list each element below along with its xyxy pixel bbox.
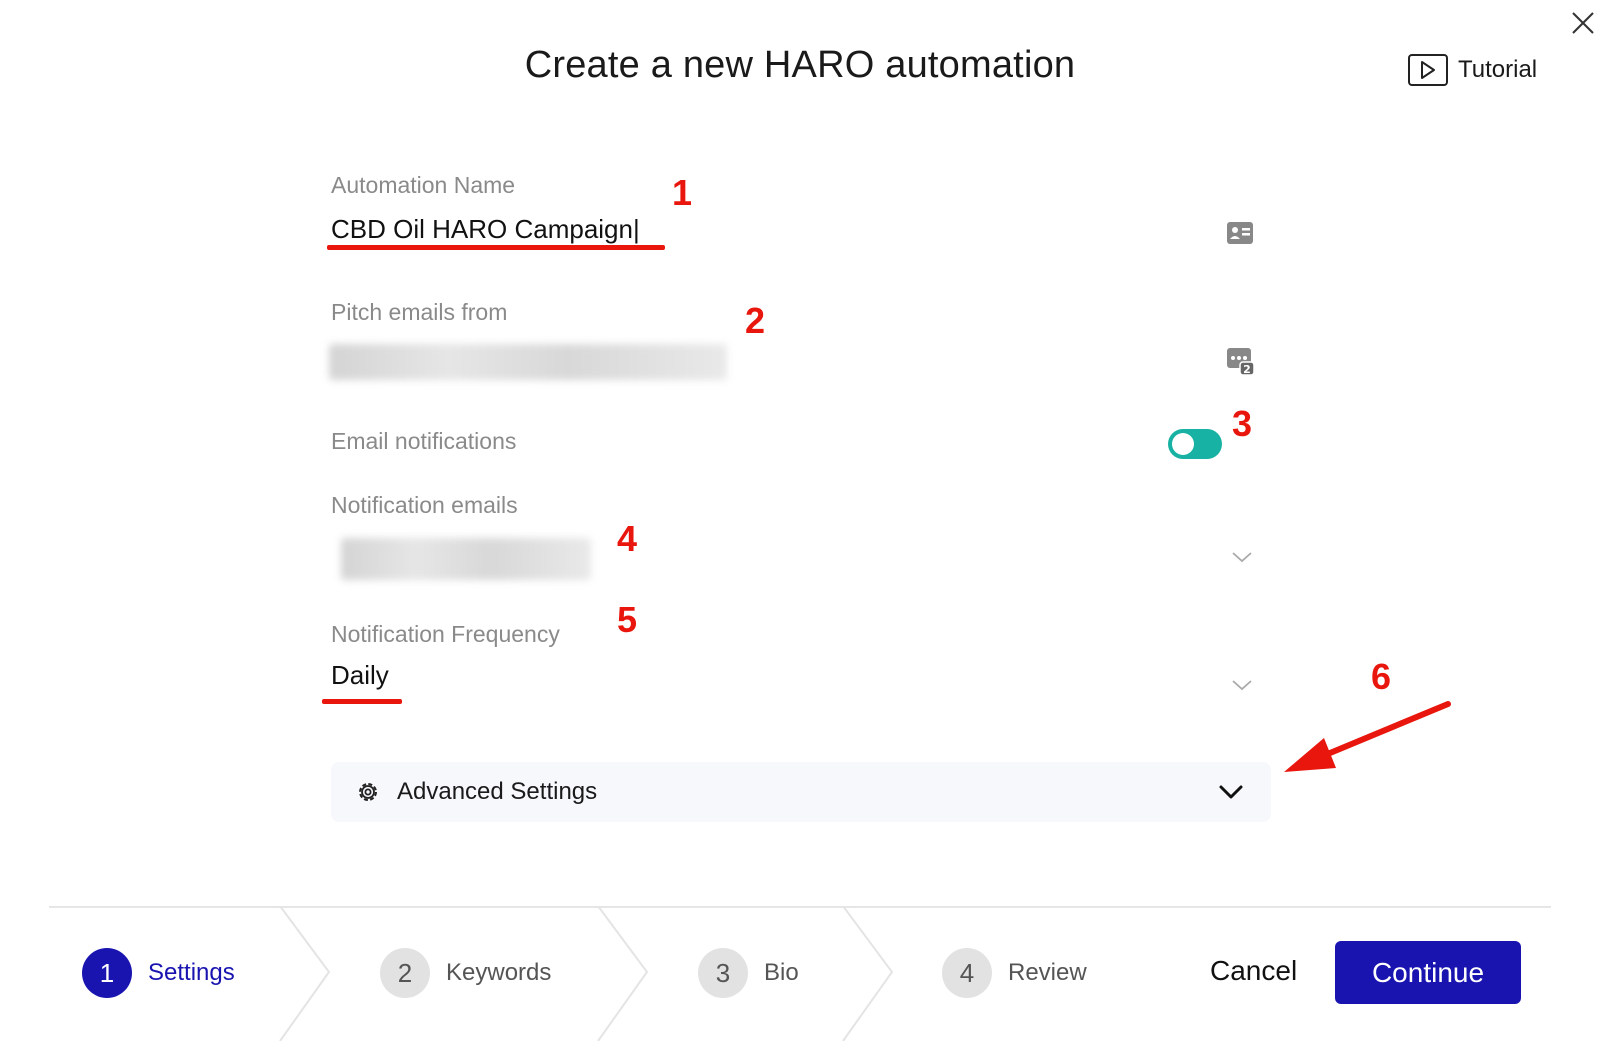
automation-name-label: Automation Name [331, 172, 516, 198]
cancel-button[interactable]: Cancel [1210, 955, 1297, 987]
notification-frequency-select[interactable]: Daily [331, 660, 389, 691]
email-template-icon[interactable]: 2 [1225, 346, 1255, 376]
step-bio[interactable]: 3 Bio [698, 948, 799, 998]
gear-icon [359, 783, 377, 801]
dialog-title: Create a new HARO automation [524, 44, 1076, 86]
contact-card-icon[interactable] [1225, 218, 1255, 248]
step-label: Settings [148, 959, 235, 986]
step-label: Bio [764, 959, 799, 986]
step-number: 2 [380, 948, 430, 998]
step-number: 3 [698, 948, 748, 998]
step-review[interactable]: 4 Review [942, 948, 1087, 998]
chevron-down-icon [1219, 785, 1243, 799]
tutorial-button[interactable]: Tutorial [1408, 54, 1537, 86]
chevron-down-icon[interactable] [1230, 550, 1254, 564]
notification-frequency-label: Notification Frequency [331, 621, 560, 647]
close-button[interactable] [1570, 10, 1596, 36]
toggle-knob [1172, 433, 1194, 455]
pitch-emails-label: Pitch emails from [331, 299, 508, 325]
advanced-settings-label: Advanced Settings [397, 778, 598, 805]
annotation-number-3: 3 [1232, 403, 1253, 444]
step-label: Review [1008, 959, 1087, 986]
tutorial-label: Tutorial [1458, 56, 1538, 83]
step-settings[interactable]: 1 Settings [82, 948, 235, 998]
annotation-underline-frequency [322, 699, 402, 704]
pitch-emails-input[interactable] [329, 344, 727, 380]
annotation-number-4: 4 [617, 518, 638, 559]
annotation-number-1: 1 [672, 172, 693, 213]
annotation-underline-name [327, 245, 665, 250]
continue-button[interactable]: Continue [1335, 941, 1521, 1004]
play-icon [1408, 54, 1448, 86]
notification-emails-select[interactable] [341, 538, 591, 580]
automation-name-input[interactable]: CBD Oil HARO Campaign| [331, 214, 640, 245]
step-number: 1 [82, 948, 132, 998]
step-keywords[interactable]: 2 Keywords [380, 948, 551, 998]
annotation-number-5: 5 [617, 599, 638, 640]
step-number: 4 [942, 948, 992, 998]
chevron-down-icon[interactable] [1230, 678, 1254, 692]
email-notifications-label: Email notifications [331, 428, 517, 454]
svg-text:2: 2 [1243, 363, 1251, 376]
arrow-annotation-icon [1284, 701, 1451, 772]
annotation-number-2: 2 [745, 300, 766, 341]
annotation-number-6: 6 [1371, 656, 1392, 697]
advanced-settings-toggle[interactable]: Advanced Settings [331, 762, 1271, 822]
email-notifications-toggle[interactable] [1168, 429, 1222, 459]
notification-emails-label: Notification emails [331, 492, 518, 518]
close-icon [1572, 12, 1594, 34]
step-label: Keywords [446, 959, 552, 986]
